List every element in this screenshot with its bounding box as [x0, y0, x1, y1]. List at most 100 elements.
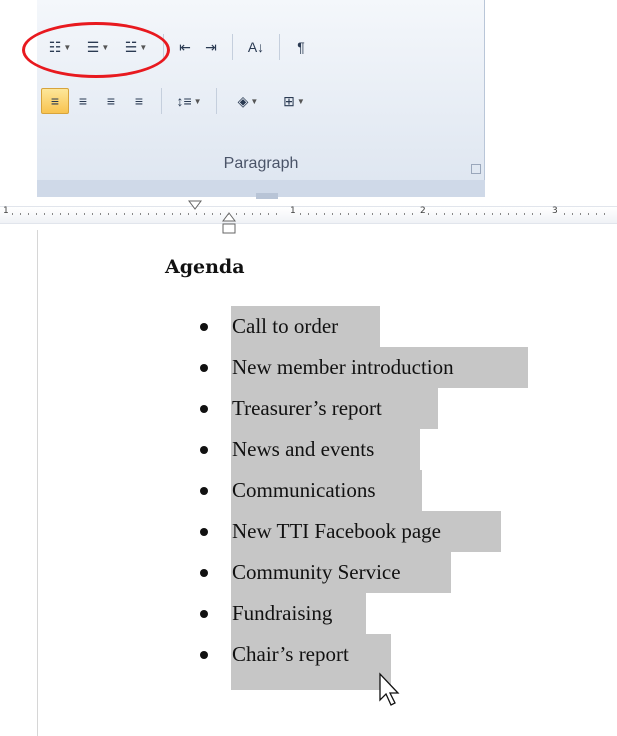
align-left-icon: ≡	[50, 93, 60, 109]
ribbon-separator	[232, 34, 233, 60]
ruler-mark	[268, 213, 269, 215]
ribbon-separator	[279, 34, 280, 60]
pilcrow-icon: ¶	[297, 39, 305, 55]
justify-icon: ≡	[134, 93, 144, 109]
ruler-mark	[252, 213, 253, 215]
hanging-indent-marker-icon[interactable]	[222, 212, 236, 234]
ruler-mark	[356, 213, 357, 215]
ruler-mark	[532, 213, 533, 215]
ruler-mark	[436, 213, 437, 215]
ruler-mark	[516, 213, 517, 215]
ruler-mark	[492, 213, 493, 215]
list-item[interactable]: New TTI Facebook page	[232, 519, 441, 544]
ruler-mark	[300, 213, 301, 215]
chevron-down-icon[interactable]: ▼	[194, 97, 202, 106]
borders-icon: ⊞	[283, 92, 295, 109]
center-button[interactable]: ≡	[69, 88, 97, 114]
ruler-mark	[172, 213, 173, 215]
ruler-mark	[84, 213, 85, 215]
bullet-icon	[200, 487, 208, 495]
line-spacing-button[interactable]: ↕≡ ▼	[170, 88, 208, 114]
ruler-mark	[500, 213, 501, 215]
ruler-mark	[244, 213, 245, 215]
ruler-mark	[460, 213, 461, 215]
ruler-mark	[324, 213, 325, 215]
align-left-button[interactable]: ≡	[41, 88, 69, 114]
ruler-mark	[44, 213, 45, 215]
mouse-pointer-icon	[379, 672, 400, 706]
shading-button[interactable]: ◈ ▼	[225, 88, 271, 114]
list-item[interactable]: Community Service	[232, 560, 401, 585]
ribbon-separator	[161, 88, 162, 114]
decrease-indent-button[interactable]: ⇤	[172, 34, 198, 60]
ruler-mark	[468, 213, 469, 215]
show-hide-button[interactable]: ¶	[288, 34, 314, 60]
chevron-down-icon[interactable]: ▼	[297, 97, 305, 106]
ruler-mark	[132, 213, 133, 215]
ruler-mark	[156, 213, 157, 215]
list-item[interactable]: Chair’s report	[232, 642, 349, 667]
ruler-mark	[428, 213, 429, 215]
ruler-mark	[52, 213, 53, 215]
list-item[interactable]: Fundraising	[232, 601, 332, 626]
ruler-number: 2	[420, 206, 426, 216]
list-item[interactable]: News and events	[232, 437, 374, 462]
ruler-mark	[580, 213, 581, 215]
list-item[interactable]: Treasurer’s report	[232, 396, 382, 421]
ruler-mark	[452, 213, 453, 215]
ruler-mark	[60, 213, 61, 215]
ruler-mark	[588, 213, 589, 215]
bullet-icon	[200, 446, 208, 454]
ruler-mark	[364, 213, 365, 215]
ruler-strip	[0, 206, 617, 224]
bullet-icon	[200, 364, 208, 372]
paint-bucket-icon: ◈	[237, 92, 249, 109]
ruler-mark	[476, 213, 477, 215]
list-item[interactable]: Call to order	[232, 314, 338, 339]
ruler-mark	[484, 213, 485, 215]
ruler-mark	[20, 213, 21, 215]
ruler-mark	[380, 213, 381, 215]
ribbon-separator	[216, 88, 217, 114]
horizontal-ruler[interactable]: 1 1 2 3	[0, 200, 617, 234]
list-item[interactable]: New member introduction	[232, 355, 454, 380]
ruler-number: 1	[290, 206, 296, 216]
ruler-mark	[572, 213, 573, 215]
line-spacing-icon: ↕≡	[176, 93, 192, 109]
dialog-launcher-icon[interactable]	[471, 164, 481, 174]
bullet-icon	[200, 323, 208, 331]
ruler-mark	[164, 213, 165, 215]
ruler-mark	[92, 213, 93, 215]
ruler-mark	[388, 213, 389, 215]
ruler-mark	[12, 213, 13, 215]
ruler-mark	[188, 213, 189, 215]
ruler-mark	[444, 213, 445, 215]
align-right-icon: ≡	[106, 93, 116, 109]
ruler-mark	[196, 213, 197, 215]
ruler-mark	[372, 213, 373, 215]
sort-az-icon: A↓	[247, 39, 265, 55]
ruler-mark	[404, 213, 405, 215]
bullet-icon	[200, 610, 208, 618]
justify-button[interactable]: ≡	[125, 88, 153, 114]
increase-indent-button[interactable]: ⇥	[198, 34, 224, 60]
borders-button[interactable]: ⊞ ▼	[271, 88, 317, 114]
first-line-indent-marker-icon[interactable]	[188, 200, 202, 210]
ruler-mark	[540, 213, 541, 215]
ruler-mark	[228, 213, 229, 215]
align-right-button[interactable]: ≡	[97, 88, 125, 114]
chevron-down-icon[interactable]: ▼	[250, 97, 258, 106]
ruler-mark	[564, 213, 565, 215]
ribbon-collapse-handle[interactable]	[256, 193, 278, 199]
list-item[interactable]: Communications	[232, 478, 376, 503]
bullet-icon	[200, 651, 208, 659]
bullet-icon	[200, 528, 208, 536]
sort-button[interactable]: A↓	[241, 34, 271, 60]
align-center-icon: ≡	[78, 93, 88, 109]
ruler-mark	[332, 213, 333, 215]
highlight-ellipse	[22, 22, 170, 78]
increase-indent-icon: ⇥	[205, 38, 217, 55]
bullet-icon	[200, 569, 208, 577]
ruler-mark	[524, 213, 525, 215]
ruler-mark	[124, 213, 125, 215]
